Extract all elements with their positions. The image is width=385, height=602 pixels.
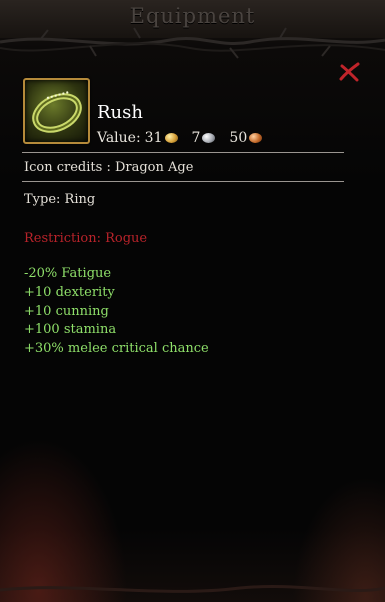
value-label: Value: <box>97 130 141 146</box>
effect-line: -20% Fatigue <box>24 266 112 281</box>
effect-line: +10 dexterity <box>24 285 115 300</box>
copper-coin-icon <box>249 133 263 143</box>
item-restriction: Restriction: Rogue <box>24 231 148 246</box>
gold-coin-icon <box>164 133 178 143</box>
thorn-ornament-bottom-icon <box>0 584 385 593</box>
divider <box>22 181 344 182</box>
silver-amount: 7 <box>191 130 201 146</box>
silver-coin-icon <box>202 133 216 143</box>
effect-line: +10 cunning <box>24 304 109 319</box>
gold-amount: 31 <box>144 130 163 146</box>
item-value: Value: 31 7 50 <box>97 128 263 148</box>
ring-icon <box>32 91 82 133</box>
item-type: Type: Ring <box>24 192 96 207</box>
divider <box>22 152 344 153</box>
thorn-ornament-top-icon <box>0 27 385 59</box>
close-icon[interactable] <box>338 62 360 82</box>
item-icon-slot <box>23 78 90 144</box>
effect-line: +100 stamina <box>24 322 117 337</box>
item-name: Rush <box>97 102 143 123</box>
effect-line: +30% melee critical chance <box>24 341 209 356</box>
equipment-tooltip-panel: Equipment Rush Value: 31 7 50 Icon credi… <box>0 0 385 602</box>
copper-amount: 50 <box>229 130 248 146</box>
icon-credits: Icon credits : Dragon Age <box>24 160 194 175</box>
